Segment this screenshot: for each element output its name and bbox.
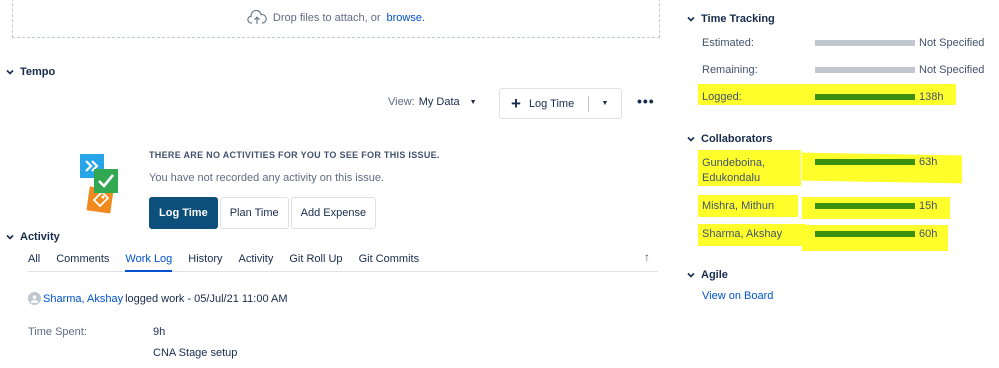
attachment-dropzone[interactable]: Drop files to attach, or browse. (12, 0, 660, 38)
more-options-icon[interactable]: ••• (637, 94, 655, 108)
collaborator-bar (815, 159, 915, 165)
dropzone-text: Drop files to attach, or (272, 11, 381, 24)
chevron-down-icon (687, 136, 695, 142)
collaborator-value: 63h (919, 156, 938, 168)
empty-state-actions: Log Time Plan Time Add Expense (149, 197, 377, 229)
view-label: View: (388, 96, 415, 108)
collaborator-bar-fill (815, 203, 915, 209)
tab-git-roll-up[interactable]: Git Roll Up (289, 253, 342, 272)
activity-section-header[interactable]: Activity (6, 231, 60, 243)
collaborator-bar-fill (815, 159, 915, 165)
activity-tabs: All Comments Work Log History Activity G… (28, 253, 658, 272)
collaborator-name-line2: Edukondalu (702, 172, 761, 184)
worklog-action-text: logged work - 05/Jul/21 11:00 AM (125, 292, 288, 305)
view-dropdown[interactable]: View: My Data ▼ (388, 96, 477, 108)
caret-down-icon[interactable]: ▼ (589, 100, 621, 107)
time-spent-value: 9h (153, 326, 166, 338)
empty-state-title: THERE ARE NO ACTIVITIES FOR YOU TO SEE F… (149, 150, 440, 160)
tab-comments[interactable]: Comments (56, 253, 109, 272)
collaborator-bar-fill (815, 231, 915, 237)
plus-icon: + (511, 94, 521, 113)
collaborators-title: Collaborators (701, 133, 773, 145)
collaborator-bar (815, 203, 915, 209)
collaborator-name: Sharma, Akshay (702, 228, 783, 240)
remaining-bar (815, 67, 915, 73)
worklog-author-link[interactable]: Sharma, Akshay (43, 293, 123, 305)
chevron-down-icon (6, 234, 14, 240)
time-spent-label: Time Spent: (28, 326, 87, 338)
chevron-down-icon (6, 69, 14, 75)
agile-header[interactable]: Agile (687, 269, 728, 281)
collaborator-name: Gundeboina, Edukondalu (702, 156, 765, 186)
caret-down-icon: ▼ (469, 98, 477, 106)
activity-title: Activity (20, 231, 60, 243)
tab-git-commits[interactable]: Git Commits (359, 253, 420, 272)
estimated-value: Not Specified (919, 37, 985, 49)
highlight-marker (802, 152, 962, 184)
time-tracking-title: Time Tracking (701, 13, 775, 25)
browse-link[interactable]: browse. (387, 12, 426, 24)
cloud-upload-icon (247, 9, 267, 24)
tempo-empty-illustration-icon (80, 154, 118, 214)
log-time-split-button[interactable]: + Log Time ▼ (499, 88, 622, 119)
avatar (28, 292, 41, 305)
tab-all[interactable]: All (28, 253, 40, 272)
logged-label: Logged: (702, 91, 742, 103)
tab-work-log[interactable]: Work Log (125, 253, 173, 272)
tempo-title: Tempo (20, 66, 56, 78)
empty-state-message: You have not recorded any activity on th… (149, 172, 385, 184)
chevron-down-icon (687, 272, 695, 278)
tab-activity[interactable]: Activity (239, 253, 274, 272)
time-tracking-header[interactable]: Time Tracking (687, 13, 775, 25)
estimated-label: Estimated: (702, 37, 754, 49)
collaborator-value: 15h (919, 200, 938, 212)
estimated-bar (815, 40, 915, 46)
view-value: My Data (418, 96, 460, 108)
sort-arrow-up-icon[interactable]: ↑ (644, 250, 650, 264)
worklog-description: CNA Stage setup (153, 347, 238, 359)
remaining-label: Remaining: (702, 64, 758, 76)
collaborators-header[interactable]: Collaborators (687, 133, 773, 145)
collaborator-value: 60h (919, 228, 938, 240)
remaining-value: Not Specified (919, 64, 985, 76)
collaborator-name: Mishra, Mithun (702, 200, 775, 212)
collaborator-bar (815, 231, 915, 237)
tab-history[interactable]: History (188, 253, 222, 272)
tempo-section-header[interactable]: Tempo (6, 66, 55, 78)
logged-bar (815, 94, 915, 100)
collaborator-name-line1: Gundeboina, (702, 157, 765, 169)
chevron-down-icon (687, 16, 695, 22)
log-time-primary-button[interactable]: Log Time (149, 197, 218, 229)
add-expense-button[interactable]: Add Expense (290, 197, 377, 229)
logged-bar-fill (815, 94, 915, 100)
plan-time-button[interactable]: Plan Time (219, 197, 289, 229)
agile-title: Agile (701, 269, 728, 281)
worklog-entry-header: Sharma, Akshay logged work - 05/Jul/21 1… (28, 292, 288, 305)
log-time-button[interactable]: + Log Time (500, 89, 588, 118)
view-on-board-link[interactable]: View on Board (702, 290, 773, 302)
user-icon (30, 295, 39, 303)
logged-value: 138h (919, 91, 944, 103)
log-time-label: Log Time (528, 97, 575, 110)
